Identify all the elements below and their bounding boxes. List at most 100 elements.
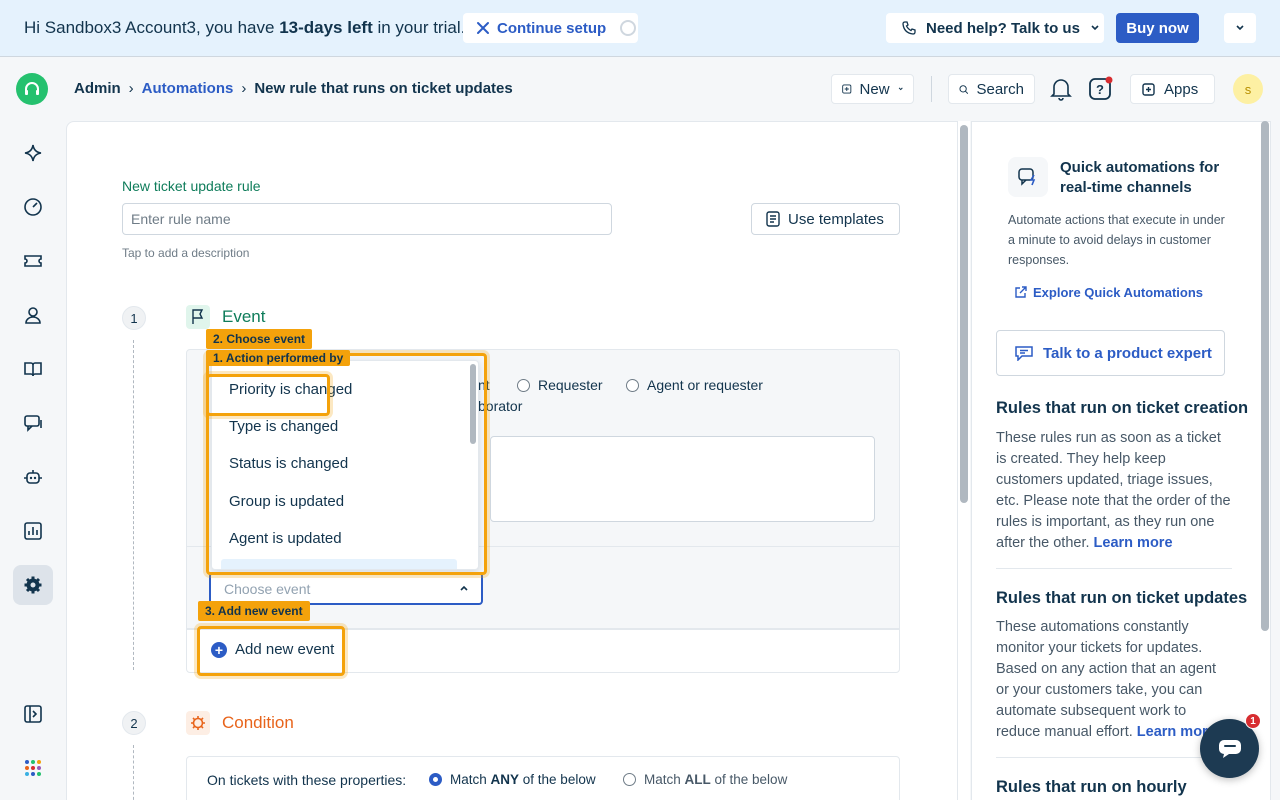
trial-message: Hi Sandbox3 Account3, you have 13-days l… bbox=[24, 18, 466, 37]
search-icon bbox=[959, 84, 969, 94]
radio-match-any[interactable]: Match ANY of the below bbox=[429, 772, 596, 787]
chevron-down-icon bbox=[1091, 25, 1099, 31]
collapse-banner-button[interactable] bbox=[1224, 13, 1256, 43]
tutorial-tag-action-performed: 1. Action performed by bbox=[206, 350, 351, 366]
continue-setup-button[interactable]: Continue setup bbox=[463, 13, 638, 43]
freshdesk-logo-icon[interactable] bbox=[16, 73, 48, 105]
chevron-right-icon: › bbox=[241, 80, 247, 97]
radio-button[interactable] bbox=[429, 773, 442, 786]
nav-tickets[interactable] bbox=[13, 241, 53, 281]
tutorial-tag-add-new-event: 3. Add new event bbox=[198, 601, 310, 621]
divider bbox=[996, 757, 1232, 758]
new-button[interactable]: New bbox=[831, 74, 914, 104]
update-rules-text: These automations constantly monitor you… bbox=[996, 619, 1217, 740]
radio-match-all[interactable]: Match ALL of the below bbox=[623, 772, 787, 787]
phone-icon bbox=[902, 21, 916, 35]
step-connector bbox=[133, 745, 134, 800]
step-title-condition: Condition bbox=[222, 713, 294, 732]
step-title-event: Event bbox=[222, 307, 266, 326]
nav-analytics[interactable] bbox=[13, 511, 53, 551]
search-button[interactable]: Search bbox=[948, 74, 1035, 104]
nav-dashboard[interactable] bbox=[13, 187, 53, 227]
svg-text:?: ? bbox=[1096, 82, 1104, 97]
chevron-right-icon: › bbox=[128, 80, 134, 97]
radio-button[interactable] bbox=[623, 773, 636, 786]
apps-button[interactable]: Apps bbox=[1130, 74, 1215, 104]
analytics-icon bbox=[24, 522, 42, 540]
bot-icon bbox=[24, 470, 42, 484]
expand-sidebar-icon bbox=[24, 705, 42, 723]
tools-icon bbox=[477, 22, 489, 34]
explore-quick-automations-link[interactable]: Explore Quick Automations bbox=[1014, 285, 1203, 300]
update-rules-heading: Rules that run on ticket updates bbox=[996, 589, 1248, 607]
event-details-box bbox=[490, 436, 875, 522]
chevron-down-icon bbox=[898, 87, 903, 91]
contact-icon bbox=[25, 307, 41, 324]
main-scrollbar[interactable] bbox=[960, 125, 968, 503]
quick-automation-icon bbox=[1008, 157, 1048, 197]
tutorial-highlight-choose bbox=[206, 374, 330, 416]
talk-to-expert-button[interactable]: Talk to a product expert bbox=[996, 330, 1225, 376]
apps-icon bbox=[1142, 82, 1155, 96]
need-help-button[interactable]: Need help? Talk to us bbox=[886, 13, 1104, 43]
use-templates-button[interactable]: Use templates bbox=[751, 203, 900, 235]
external-link-icon bbox=[1015, 286, 1027, 298]
nav-sparkle[interactable] bbox=[13, 133, 53, 173]
nav-expand-sidebar[interactable] bbox=[13, 694, 53, 734]
chat-icon bbox=[1218, 739, 1241, 758]
notification-bell-icon[interactable] bbox=[1050, 77, 1072, 106]
avatar[interactable]: s bbox=[1233, 74, 1263, 104]
nav-bots[interactable] bbox=[13, 457, 53, 497]
step-connector bbox=[133, 340, 134, 670]
settings-icon bbox=[24, 576, 42, 594]
plus-square-icon bbox=[842, 84, 852, 94]
tutorial-tag-choose-event: 2. Choose event bbox=[206, 329, 313, 349]
rule-name-input[interactable] bbox=[122, 203, 612, 235]
condition-gear-icon bbox=[186, 711, 210, 735]
template-icon bbox=[766, 211, 780, 227]
radio-button[interactable] bbox=[626, 378, 639, 392]
hourly-rules-heading: Rules that run on hourly bbox=[996, 778, 1187, 796]
nav-admin-settings[interactable] bbox=[13, 565, 53, 605]
header-divider bbox=[931, 76, 932, 102]
tutorial-highlight-add-event bbox=[197, 626, 345, 676]
trial-banner: Hi Sandbox3 Account3, you have 13-days l… bbox=[0, 0, 1280, 57]
chat-notification-badge: 1 bbox=[1245, 713, 1261, 729]
quick-automations-description: Automate actions that execute in under a… bbox=[1008, 213, 1225, 267]
step-number-condition: 2 bbox=[122, 711, 146, 735]
divider bbox=[996, 568, 1232, 569]
conversation-icon bbox=[24, 415, 42, 432]
creation-rules-text: These rules run as soon as a ticket is c… bbox=[996, 430, 1231, 551]
buy-now-button[interactable]: Buy now bbox=[1116, 13, 1199, 43]
breadcrumb-admin[interactable]: Admin bbox=[74, 80, 121, 97]
chevron-down-icon bbox=[1236, 25, 1244, 31]
chat-bubble-icon bbox=[1015, 346, 1033, 361]
nav-apps-grid[interactable] bbox=[13, 748, 53, 788]
dashboard-icon bbox=[24, 198, 42, 216]
creation-rules-heading: Rules that run on ticket creation bbox=[996, 399, 1249, 417]
chevron-up-icon bbox=[460, 585, 468, 591]
condition-label: On tickets with these properties: bbox=[207, 772, 407, 788]
progress-ring-icon bbox=[620, 20, 637, 36]
nav-solutions[interactable] bbox=[13, 349, 53, 389]
nav-contacts[interactable] bbox=[13, 295, 53, 335]
description-hint[interactable]: Tap to add a description bbox=[122, 246, 249, 260]
breadcrumb: Admin › Automations › New rule that runs… bbox=[74, 80, 513, 97]
radio-button[interactable] bbox=[517, 378, 530, 392]
radio-requester[interactable]: Requester bbox=[517, 377, 603, 393]
quick-automations-title: Quick automations for real-time channels bbox=[1060, 159, 1220, 196]
learn-more-link[interactable]: Learn more bbox=[1094, 535, 1173, 551]
apps-grid-icon bbox=[25, 760, 41, 776]
rule-type-label: New ticket update rule bbox=[122, 178, 261, 194]
breadcrumb-automations[interactable]: Automations bbox=[142, 80, 234, 97]
help-question-icon[interactable]: ? bbox=[1088, 76, 1114, 107]
flag-icon bbox=[186, 305, 210, 329]
side-panel-scrollbar[interactable] bbox=[1261, 121, 1269, 631]
sparkle-icon bbox=[24, 144, 42, 162]
nav-conversations[interactable] bbox=[13, 403, 53, 443]
ticket-icon bbox=[24, 255, 42, 267]
step-number-event: 1 bbox=[122, 306, 146, 330]
radio-agent-or-requester[interactable]: Agent or requester bbox=[626, 377, 763, 393]
page-title: New rule that runs on ticket updates bbox=[254, 80, 513, 97]
book-icon bbox=[24, 362, 42, 377]
